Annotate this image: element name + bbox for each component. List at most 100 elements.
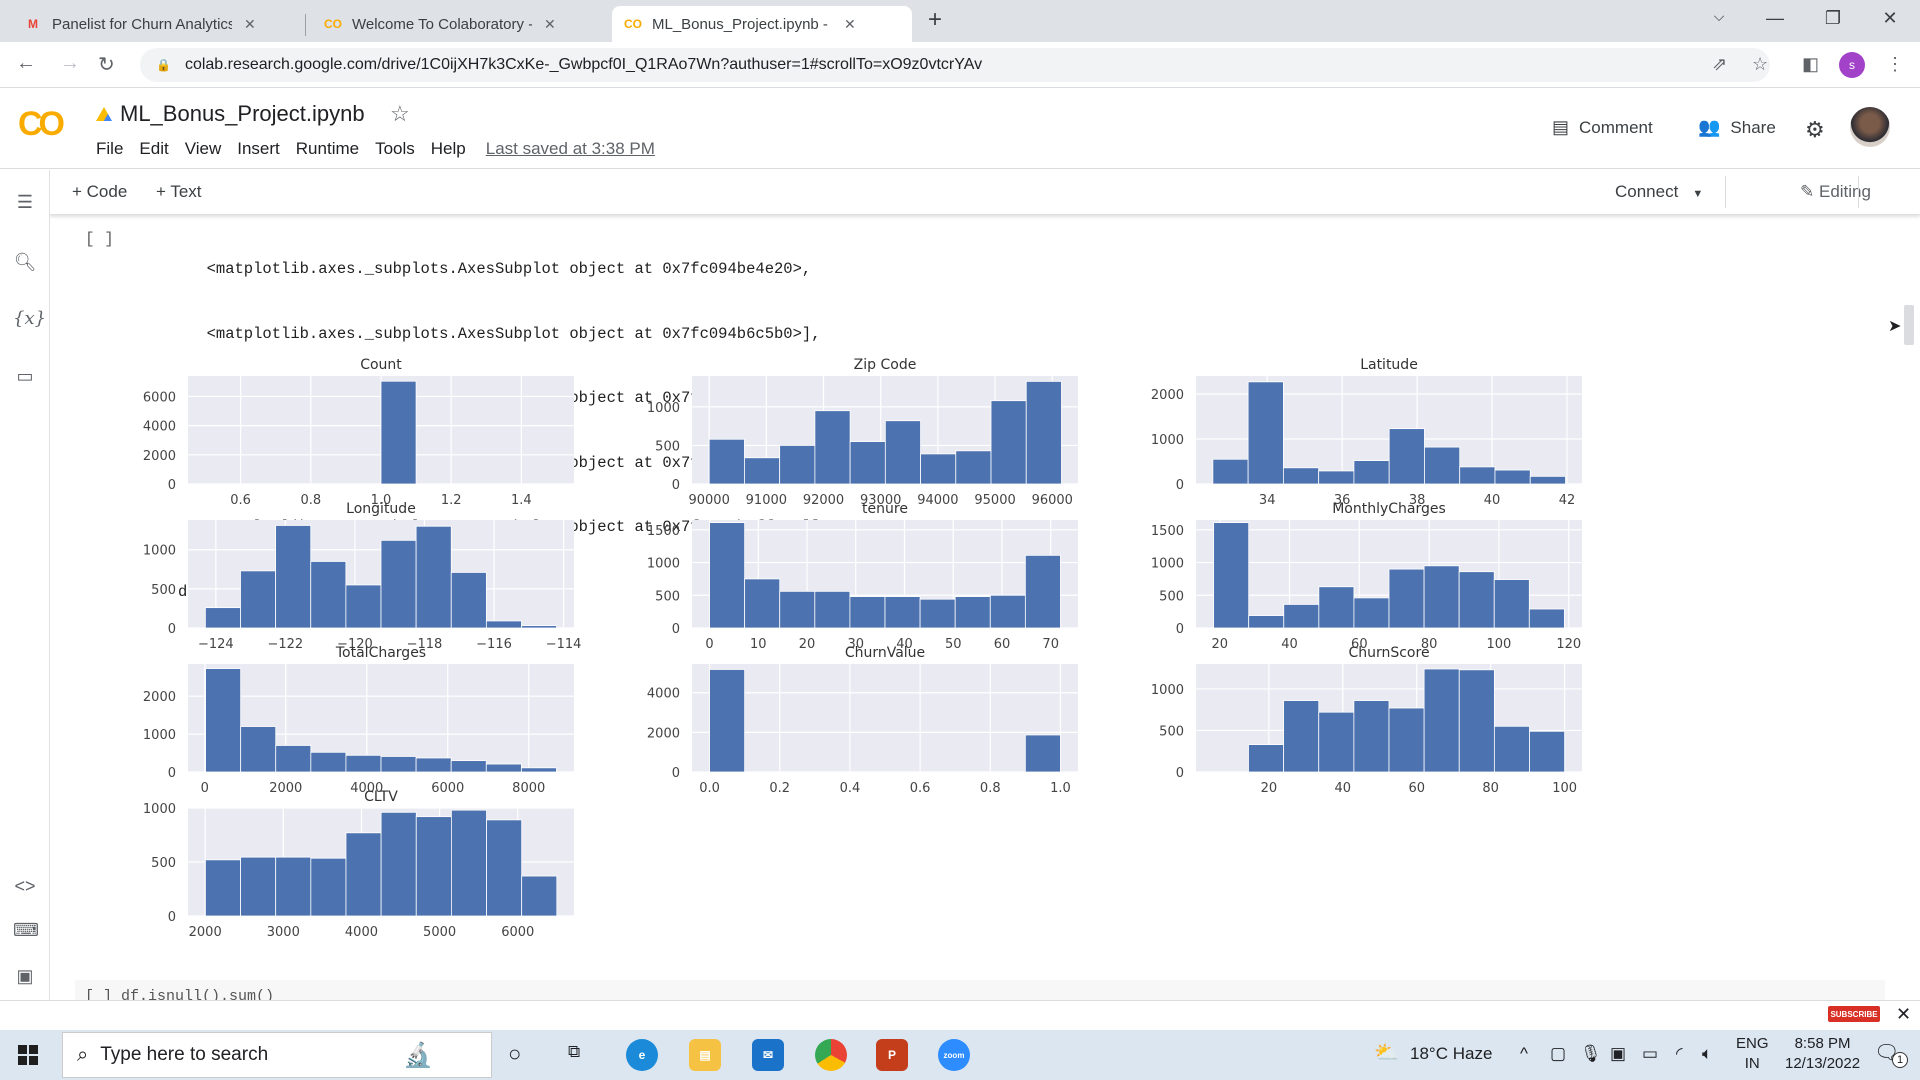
user-avatar[interactable] <box>1850 107 1890 147</box>
code-snippets-icon[interactable]: <> <box>13 876 37 897</box>
chart-title: TotalCharges <box>335 645 426 661</box>
command-palette-icon[interactable]: ⌨ <box>13 920 39 941</box>
subscribe-badge[interactable]: SUBSCRIBE <box>1828 1006 1880 1022</box>
histogram-bar <box>1528 608 1565 629</box>
colab-logo[interactable]: CO <box>18 105 65 144</box>
mail-icon[interactable]: ✉ <box>752 1039 784 1071</box>
vertical-scrollbar[interactable] <box>1904 305 1914 345</box>
y-tick-label: 1000 <box>143 802 176 817</box>
histogram-bar <box>744 578 781 629</box>
side-panel-icon[interactable]: ◧ <box>1802 54 1819 75</box>
y-tick-label: 1000 <box>647 557 680 572</box>
camera-icon[interactable]: ▢ <box>1550 1044 1566 1064</box>
next-code-cell[interactable]: [ ] df.isnull().sum() <box>75 980 1885 1002</box>
y-tick-label: 1000 <box>1151 683 1184 698</box>
table-of-contents-icon[interactable]: ☰ <box>13 192 37 213</box>
speaker-icon[interactable]: 🔈︎ <box>1702 1044 1712 1064</box>
chart-title: MonthlyCharges <box>1332 501 1446 517</box>
powerpoint-icon[interactable]: P <box>876 1039 908 1071</box>
notebook-title[interactable]: ML_Bonus_Project.ipynb <box>96 101 365 127</box>
edge-icon[interactable]: e <box>626 1039 658 1071</box>
zoom-icon[interactable]: zoom <box>938 1039 970 1071</box>
close-tab-icon[interactable]: ✕ <box>244 16 256 33</box>
search-icon[interactable]: 🔍︎ <box>13 252 37 273</box>
back-arrow-icon[interactable]: ← <box>16 52 36 75</box>
weather-text[interactable]: 18°C Haze <box>1410 1044 1492 1064</box>
weather-icon: ⛅ <box>1374 1042 1399 1064</box>
x-tick-label: 3000 <box>267 925 300 940</box>
show-hidden-icons-chevron-icon[interactable]: ^ <box>1520 1044 1528 1064</box>
windows-start-icon[interactable] <box>18 1045 38 1065</box>
close-icon[interactable]: ✕ <box>1896 1004 1911 1025</box>
microphone-icon[interactable]: 🎙︎ <box>1580 1044 1602 1064</box>
histogram-bar <box>1353 700 1390 773</box>
clock[interactable]: 8:58 PM 12/13/2022 <box>1785 1034 1860 1074</box>
last-saved-link[interactable]: Last saved at 3:38 PM <box>478 139 663 159</box>
wifi-icon[interactable]: ◜ <box>1676 1044 1683 1064</box>
editing-mode-button[interactable]: ✎ Editing <box>1800 182 1871 202</box>
file-explorer-icon[interactable]: ▤ <box>689 1039 721 1071</box>
x-tick-label: 5000 <box>423 925 456 940</box>
connect-button[interactable]: Connect ▼ <box>1615 182 1703 202</box>
add-code-button[interactable]: + Code <box>72 182 127 202</box>
settings-gear-icon[interactable]: ⚙ <box>1805 117 1825 143</box>
histogram-svg: 0 2000 4000 6000 8000010002000TotalCharges <box>143 645 574 796</box>
minimize-button[interactable]: — <box>1760 8 1790 29</box>
close-tab-icon[interactable]: ✕ <box>844 16 856 33</box>
windows-taskbar: ⌕ Type here to search 🔬 ○ ⧉ e ▤ ✉ P zoom… <box>0 1030 1920 1080</box>
histogram-bar <box>204 607 241 629</box>
histogram-cltv: 2000 3000 4000 5000 6000 0 500 1000 CLTV <box>128 784 594 947</box>
menu-runtime[interactable]: Runtime <box>288 139 367 159</box>
browser-tab-ml-bonus[interactable]: CO ML_Bonus_Project.ipynb - Colab ✕ <box>612 6 912 42</box>
terminal-icon[interactable]: ▣ <box>13 966 37 987</box>
tab-search-chevron-icon[interactable]: ⌵ <box>1704 8 1734 25</box>
close-window-button[interactable]: ✕ <box>1875 8 1905 29</box>
variables-icon[interactable]: {x} <box>13 308 46 329</box>
menu-insert[interactable]: Insert <box>229 139 288 159</box>
notification-count-badge: 1 <box>1892 1052 1908 1068</box>
star-icon[interactable]: ☆ <box>390 101 410 127</box>
share-button[interactable]: 👥 Share <box>1698 117 1776 138</box>
menu-file[interactable]: File <box>88 139 131 159</box>
histogram-bar <box>1458 669 1495 773</box>
files-folder-icon[interactable]: ▭ <box>13 366 37 387</box>
histogram-bar <box>275 745 312 773</box>
battery-icon[interactable]: ▭ <box>1642 1044 1658 1064</box>
menu-edit[interactable]: Edit <box>131 139 176 159</box>
share-page-icon[interactable]: ⇗ <box>1712 54 1727 75</box>
histogram-bar <box>920 453 957 485</box>
comment-button[interactable]: ▤ Comment <box>1552 117 1653 138</box>
language-indicator[interactable]: ENG IN <box>1736 1034 1769 1074</box>
new-tab-button[interactable]: + <box>920 6 950 34</box>
forward-arrow-icon[interactable]: → <box>60 52 80 75</box>
toolbar-divider <box>1858 176 1859 208</box>
histogram-bar <box>450 809 487 917</box>
chrome-menu-icon[interactable]: ⋮ <box>1886 54 1904 75</box>
chrome-icon[interactable] <box>815 1039 847 1071</box>
maximize-button[interactable]: ❐ <box>1818 8 1848 29</box>
cortana-icon[interactable]: ○ <box>508 1041 521 1067</box>
bookmark-star-icon[interactable]: ☆ <box>1752 54 1768 75</box>
menu-tools[interactable]: Tools <box>367 139 423 159</box>
url-field[interactable]: 🔒 colab.research.google.com/drive/1C0ijX… <box>140 48 1770 82</box>
reload-icon[interactable]: ↻ <box>98 52 115 77</box>
close-tab-icon[interactable]: ✕ <box>544 16 556 33</box>
display-icon[interactable]: ▣ <box>1610 1044 1626 1064</box>
menu-help[interactable]: Help <box>423 139 474 159</box>
taskbar-search-box[interactable]: ⌕ Type here to search 🔬 <box>62 1032 492 1078</box>
status-strip <box>0 1000 1920 1030</box>
cell-run-button[interactable]: [ ] <box>85 230 114 248</box>
histogram-bar <box>954 596 991 629</box>
histogram-svg: 34 36 38 40 42010002000Latitude <box>1151 357 1582 508</box>
menu-view[interactable]: View <box>177 139 230 159</box>
gmail-icon: M <box>28 17 38 31</box>
browser-profile-avatar[interactable]: s <box>1839 52 1865 78</box>
histogram-bar <box>380 756 417 773</box>
task-view-icon[interactable]: ⧉ <box>568 1042 580 1062</box>
histogram-bar <box>1283 700 1320 773</box>
browser-tab-gmail[interactable]: M Panelist for Churn Analytics in Te ✕ <box>12 6 268 42</box>
add-text-button[interactable]: + Text <box>156 182 202 202</box>
browser-tab-welcome[interactable]: CO Welcome To Colaboratory - Colal ✕ <box>312 6 568 42</box>
y-tick-label: 1000 <box>1151 433 1184 448</box>
x-tick-label: 0.8 <box>980 781 1001 796</box>
